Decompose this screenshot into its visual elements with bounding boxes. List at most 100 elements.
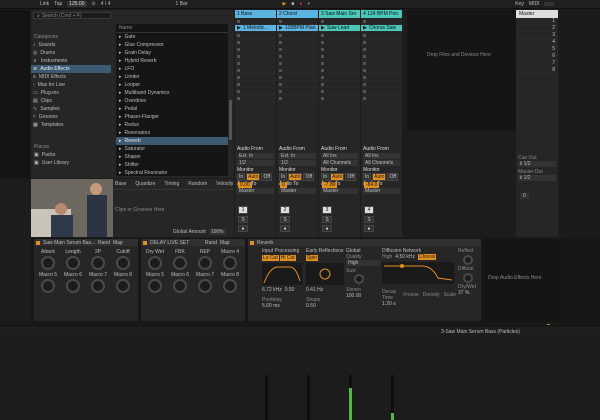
browser-scrollbar[interactable] [229,100,232,140]
clip-slot[interactable] [277,88,318,95]
drop-audio-effects-area[interactable]: Drop Audio Effects Here [484,239,566,321]
reflect-knob[interactable] [463,255,473,265]
diffuse-knob[interactable] [463,273,473,283]
clip-slot[interactable] [361,95,402,102]
stop-slot-icon[interactable] [363,19,366,23]
rack1-map-button[interactable]: Map [113,240,123,246]
spin-graph[interactable] [306,263,344,285]
track-header[interactable]: 1 Bass [235,10,276,18]
decay-value[interactable]: 1.20 s [382,301,456,307]
solo-button[interactable]: S [322,216,332,223]
clip-slot[interactable] [277,53,318,60]
metronome-icon[interactable]: ⊙ [92,1,96,7]
browser-item[interactable]: ▸ Multiband Dynamics [116,89,228,97]
scene-launch-button[interactable]: 3 [516,32,558,39]
category-drums[interactable]: ◎ Drums [31,49,111,57]
stop-slot-icon[interactable] [321,75,324,79]
channel-select[interactable]: All Channels [363,160,400,166]
category-audio-effects[interactable]: ≋ Audio Effects [31,65,111,73]
stop-slot-icon[interactable] [321,19,324,23]
audio-to-select[interactable]: Master [279,188,316,194]
high-shelf-freq[interactable]: 4.50 kHz [395,254,415,260]
stop-slot-icon[interactable] [279,96,282,100]
stop-slot-icon[interactable] [321,89,324,93]
stop-slot-icon[interactable] [363,75,366,79]
clip-slot[interactable] [319,74,360,81]
monitor-in-button[interactable]: In [321,173,330,181]
clip-slot[interactable] [277,60,318,67]
master-volume[interactable]: 0 [520,193,529,199]
rack1-power-icon[interactable] [36,240,40,245]
loop-length[interactable]: 1 Bar [175,1,187,7]
browser-item[interactable]: ▸ Spectral Resonator [116,169,228,177]
monitor-off-button[interactable]: Off [261,173,273,181]
clip-slot[interactable] [319,39,360,46]
category-instruments[interactable]: ♬ Instruments [31,57,111,65]
search-box[interactable]: ⌕ Search (Cmd + F) [33,12,111,19]
category-plugins[interactable]: ▭ Plug-ins [31,89,111,97]
clip-slot[interactable]: ▶ Saw Lead [319,25,360,32]
macro-knob[interactable] [116,256,130,270]
macro-knob[interactable] [198,256,212,270]
stop-slot-icon[interactable] [363,61,366,65]
monitor-auto-button[interactable]: Auto [246,173,261,181]
macro-knob[interactable] [66,256,80,270]
scene-launch-button[interactable]: 1 [516,18,558,25]
input-freq-value[interactable]: 6.72 kHz [262,287,282,293]
browser-item[interactable]: ▸ Hybrid Reverb [116,57,228,65]
audio-from-select[interactable]: Ext. In [279,153,316,159]
browser-item[interactable]: ▸ Shaper [116,153,228,161]
expand-arrow-icon[interactable]: ▸ [119,58,122,64]
macro-knob[interactable] [223,256,237,270]
browser-item[interactable]: ▸ Gate [116,33,228,41]
macro-knob[interactable] [148,256,162,270]
macro-knob[interactable] [198,279,212,293]
stop-slot-icon[interactable] [279,68,282,72]
hi-cut-toggle[interactable]: Hi Cut [279,255,296,261]
shape-value[interactable]: 0.50 [306,303,344,309]
monitor-auto-button[interactable]: Auto [330,173,345,181]
expand-arrow-icon[interactable]: ▸ [119,42,122,48]
expand-arrow-icon[interactable]: ▸ [119,82,122,88]
macro-knob[interactable] [116,279,130,293]
audio-from-select[interactable]: All Ins [363,153,400,159]
scene-launch-button[interactable]: 6 [516,53,558,60]
expand-arrow-icon[interactable]: ▸ [119,138,122,144]
clip-slot[interactable] [235,46,276,53]
clip-slot[interactable] [319,95,360,102]
browser-item[interactable]: ▸ Resonators [116,129,228,137]
category-samples[interactable]: ∿ Samples [31,105,111,113]
clip-slot[interactable]: ▶ 1 Melodic... [235,25,276,32]
stop-slot-icon[interactable] [321,61,324,65]
expand-arrow-icon[interactable]: ▸ [119,34,122,40]
stop-slot-icon[interactable] [363,82,366,86]
solo-button[interactable]: S [238,216,248,223]
expand-arrow-icon[interactable]: ▸ [119,170,122,176]
stop-slot-icon[interactable] [237,19,240,23]
clip-slot[interactable] [277,39,318,46]
browser-item[interactable]: ▸ Reverb [116,137,228,145]
expand-arrow-icon[interactable]: ▸ [119,154,122,160]
clip-slot[interactable] [361,81,402,88]
record-icon[interactable]: ● [299,1,302,7]
clip-slot[interactable] [319,32,360,39]
master-out-select[interactable]: ii 1/2 [518,175,556,181]
track-number-button[interactable]: 4 [364,206,374,214]
clip-slot[interactable] [277,74,318,81]
stop-slot-icon[interactable] [321,68,324,72]
clip-slot[interactable] [361,74,402,81]
clip-slot[interactable] [319,88,360,95]
audio-from-select[interactable]: All Ins [321,153,358,159]
browser-item[interactable]: ▸ Overdrive [116,97,228,105]
browser-item[interactable]: ▸ Looper [116,81,228,89]
track-number-button[interactable]: 2 [280,206,290,214]
volume-field[interactable]: -7.80 [322,182,338,188]
stop-slot-icon[interactable] [321,82,324,86]
macro-knob[interactable] [148,279,162,293]
clip-slot[interactable] [235,67,276,74]
size-knob[interactable] [354,274,364,284]
monitor-auto-button[interactable]: Auto [372,173,387,181]
time-signature[interactable]: 4 / 4 [101,1,111,7]
stop-slot-icon[interactable] [279,47,282,51]
clip-slot[interactable] [319,53,360,60]
